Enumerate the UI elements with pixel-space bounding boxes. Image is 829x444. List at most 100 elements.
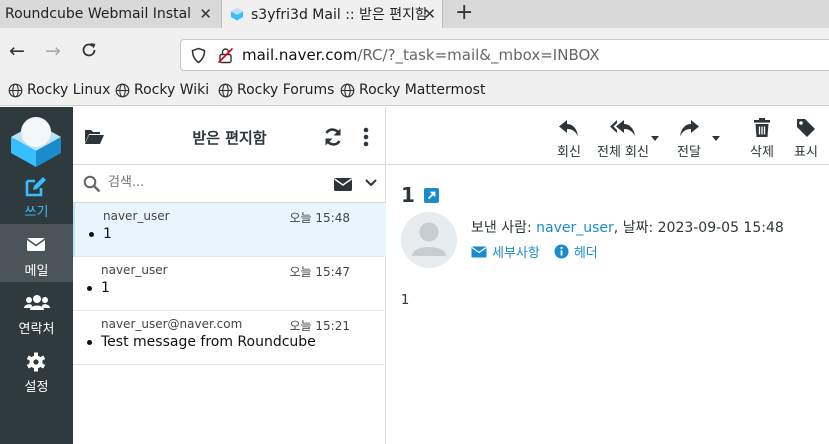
header-links: 세부사항 헤더: [471, 242, 612, 261]
bookmark-rocky-wiki[interactable]: Rocky Wiki: [115, 82, 209, 98]
refresh-icon[interactable]: [323, 127, 343, 147]
close-tab-icon[interactable]: ✕: [423, 5, 436, 23]
reply-all-icon: [610, 120, 635, 136]
browser-tab-installer[interactable]: Roundcube Webmail Installer ✕: [0, 0, 218, 28]
delete-button[interactable]: 삭제: [746, 117, 778, 160]
contacts-icon: [24, 295, 50, 310]
envelope-filter-icon[interactable]: [333, 177, 353, 192]
message-title: 1: [401, 183, 439, 207]
bookmark-rocky-forums[interactable]: Rocky Forums: [218, 82, 334, 98]
sidebar-item-contacts[interactable]: 연락처: [0, 282, 73, 340]
message-subject: Test message from Roundcube: [101, 334, 316, 350]
unread-dot-icon: [87, 340, 92, 345]
tab-title: Roundcube Webmail Installer: [5, 6, 191, 22]
reply-icon: [559, 120, 578, 136]
message-date: 오늘 15:47: [289, 265, 350, 279]
message-row[interactable]: naver_user 오늘 15:47 1: [73, 257, 386, 311]
sender-link[interactable]: naver_user: [536, 220, 614, 236]
bookmark-label: Rocky Wiki: [134, 82, 210, 98]
headers-link-label: 헤더: [573, 246, 598, 261]
url-domain: mail.naver.com: [242, 46, 358, 64]
reply-button[interactable]: 회신: [553, 117, 585, 160]
forward-icon: [680, 120, 699, 136]
sidebar-item-label: 연락처: [18, 322, 55, 337]
reply-all-button[interactable]: 전체 회신: [597, 117, 649, 160]
address-bar[interactable]: mail.naver.com/RC/?_task=mail&_mbox=INBO…: [180, 39, 829, 71]
tab-title: s3yfri3d Mail :: 받은 편지함: [251, 7, 428, 23]
browser-tab-mail[interactable]: s3yfri3d Mail :: 받은 편지함 ✕: [221, 0, 443, 28]
forward-button[interactable]: →: [45, 41, 61, 61]
gear-icon: [26, 352, 46, 372]
reload-icon: [82, 43, 96, 57]
envelope-icon: [471, 246, 487, 257]
person-icon: [412, 222, 446, 256]
reply-all-label: 전체 회신: [597, 145, 649, 160]
details-link-label: 세부사항: [492, 246, 540, 261]
bookmarks-toolbar: Rocky Linux Rocky Wiki Rocky Forums Rock…: [0, 74, 829, 106]
reload-button[interactable]: [80, 41, 98, 63]
bookmark-rocky-linux[interactable]: Rocky Linux: [8, 82, 110, 98]
message-row[interactable]: naver_user@naver.com 오늘 15:21 Test messa…: [73, 311, 386, 365]
app-sidebar: 쓰기 메일 연락처 설정: [0, 107, 73, 444]
search-icon: [83, 175, 101, 193]
open-in-new-window-icon[interactable]: [423, 187, 439, 203]
search-input[interactable]: [108, 175, 308, 190]
details-link[interactable]: 세부사항: [471, 242, 540, 261]
reply-label: 회신: [557, 145, 581, 160]
message-header-line: 보낸 사람: naver_user, 날짜: 2023-09-05 15:48: [471, 217, 784, 237]
message-date: 오늘 15:48: [289, 211, 350, 225]
sender-avatar: [401, 212, 457, 268]
shield-icon[interactable]: [190, 47, 207, 64]
insecure-lock-icon[interactable]: [217, 47, 234, 64]
back-button[interactable]: ←: [9, 41, 25, 61]
mark-label: 표시: [794, 145, 818, 160]
reply-all-dropdown-icon[interactable]: [651, 136, 659, 141]
message-sender: naver_user: [103, 209, 170, 223]
mark-button[interactable]: 표시: [790, 117, 822, 160]
bookmark-rocky-mattermost[interactable]: Rocky Mattermost: [340, 82, 485, 98]
search-bar: [73, 165, 386, 203]
forward-label: 전달: [677, 145, 701, 160]
sidebar-item-settings[interactable]: 설정: [0, 340, 73, 398]
message-row[interactable]: naver_user 오늘 15:48 1: [73, 203, 386, 257]
message-body: 1: [401, 293, 410, 308]
sidebar-item-mail[interactable]: 메일: [0, 224, 73, 282]
globe-icon: [340, 83, 355, 97]
message-content-panel: 회신 전체 회신 전달 삭제 표시 1 보낸 사람: naver_user, 날…: [387, 107, 829, 444]
headers-link[interactable]: 헤더: [554, 242, 598, 261]
sidebar-item-label: 메일: [24, 264, 49, 279]
sidebar-item-compose[interactable]: 쓰기: [0, 165, 73, 223]
unread-dot-icon: [87, 286, 92, 291]
message-list-panel: 받은 편지함 naver_user 오늘 15:48 1 naver_user: [73, 107, 386, 444]
from-label: 보낸 사람:: [471, 220, 537, 236]
message-sender: naver_user: [101, 263, 168, 277]
trash-icon: [754, 118, 770, 137]
compose-icon: [25, 177, 46, 197]
delete-label: 삭제: [750, 145, 774, 160]
message-date-text: , 날짜: 2023-09-05 15:48: [613, 220, 784, 236]
tab-bar: Roundcube Webmail Installer ✕ s3yfri3d M…: [0, 0, 829, 28]
message-toolbar: 회신 전체 회신 전달 삭제 표시: [387, 107, 829, 165]
roundcube-logo[interactable]: [9, 111, 63, 167]
roundcube-favicon-icon: [231, 8, 243, 21]
mail-icon: [26, 238, 46, 251]
bookmark-label: Rocky Mattermost: [359, 82, 486, 98]
url-path: /RC/?_task=mail&_mbox=INBOX: [357, 46, 600, 64]
close-tab-icon[interactable]: ✕: [199, 5, 212, 23]
bookmark-label: Rocky Forums: [237, 82, 335, 98]
message-title-text: 1: [401, 183, 415, 207]
globe-icon: [218, 83, 233, 97]
forward-dropdown-icon[interactable]: [712, 136, 720, 141]
unread-dot-icon: [89, 232, 94, 237]
new-tab-button[interactable]: +: [455, 1, 473, 25]
sidebar-item-label: 설정: [24, 380, 49, 395]
tag-icon: [797, 119, 815, 137]
url-text: mail.naver.com/RC/?_task=mail&_mbox=INBO…: [242, 46, 600, 64]
globe-icon: [115, 83, 130, 97]
forward-button[interactable]: 전달: [673, 117, 705, 160]
more-options-icon[interactable]: [362, 127, 370, 147]
message-date: 오늘 15:21: [289, 319, 350, 333]
message-subject: 1: [101, 280, 110, 296]
chevron-down-icon[interactable]: [365, 179, 377, 187]
message-subject: 1: [103, 226, 112, 242]
